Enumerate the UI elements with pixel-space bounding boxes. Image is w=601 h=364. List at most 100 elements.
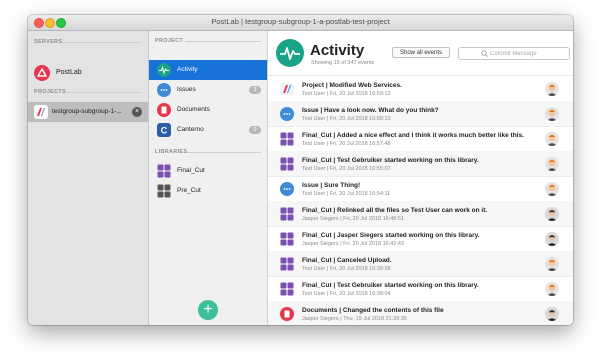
user-avatar [545, 132, 559, 146]
nav-item-documents[interactable]: Documents [149, 100, 267, 120]
nav-label: Final_Cut [177, 167, 205, 174]
divider [66, 92, 142, 93]
app-window: PostLab | testgroup-subgroup-1-a-postlab… [28, 15, 573, 325]
activity-row[interactable]: Final_Cut | Test Gebruiker started worki… [268, 276, 573, 302]
activity-row[interactable]: Final_Cut | Jasper Siegers started worki… [268, 226, 573, 252]
divider [185, 41, 261, 42]
servers-heading: SERVERS [34, 39, 63, 45]
canterno-icon: C [157, 123, 171, 137]
server-label: PostLab [56, 69, 82, 76]
event-title: Project | Modified Web Services. [302, 82, 402, 89]
event-meta: Test User | Fri, 20 Jul 2018 16:38:04 [302, 291, 391, 297]
show-all-events-button[interactable]: Show all events [392, 47, 450, 58]
activity-feed: Project | Modified Web Services. Test Us… [268, 76, 573, 325]
library-icon [280, 282, 294, 296]
nav-label: Activity [177, 66, 198, 73]
user-avatar [545, 82, 559, 96]
search-icon [481, 50, 488, 57]
event-title: Final_Cut | Relinked all the files so Te… [302, 207, 488, 214]
nav-label: Issues [177, 86, 196, 93]
user-avatar [545, 107, 559, 121]
activity-row[interactable]: Final_Cut | Test Gebruiker started worki… [268, 151, 573, 177]
project-heading: PROJECT [155, 38, 184, 44]
event-title: Final_Cut | Test Gebruiker started worki… [302, 157, 479, 164]
add-button[interactable]: + [198, 300, 218, 320]
activity-row[interactable]: Issue | Sure Thing! Test User | Fri, 20 … [268, 176, 573, 202]
activity-row[interactable]: Final_Cut | Relinked all the files so Te… [268, 201, 573, 227]
activity-icon [276, 39, 304, 67]
event-title: Final_Cut | Canceled Upload. [302, 257, 392, 264]
documents-icon [280, 307, 294, 321]
activity-row[interactable]: Final_Cut | Canceled Upload. Test User |… [268, 251, 573, 277]
svg-text:C: C [161, 126, 168, 136]
event-title: Documents | Changed the contents of this… [302, 307, 444, 314]
projects-heading: PROJECTS [34, 89, 67, 95]
user-avatar [545, 232, 559, 246]
window-title: PostLab | testgroup-subgroup-1-a-postlab… [211, 17, 390, 26]
event-title: Final_Cut | Added a nice effect and I th… [302, 132, 524, 139]
nav-item-canterno[interactable]: C Canterno 0 [149, 120, 267, 140]
user-avatar [545, 257, 559, 271]
user-avatar [545, 207, 559, 221]
project-logo-icon [34, 105, 48, 119]
library-icon [280, 132, 294, 146]
activity-header: Activity Showing 15 of 347 events Show a… [268, 31, 573, 76]
issues-count-badge: 3 [249, 86, 261, 94]
event-meta: Test User | Fri, 20 Jul 2018 16:55:07 [302, 166, 391, 172]
event-meta: Jasper Siegers | Fri, 20 Jul 2018 16:48:… [302, 216, 405, 222]
project-icon [280, 82, 294, 96]
event-count: Showing 15 of 347 events [311, 60, 375, 66]
event-meta: Test User | Fri, 20 Jul 2018 16:58:13 [302, 116, 391, 122]
postlab-logo-icon [34, 65, 50, 81]
chat-bubble-icon [157, 83, 171, 97]
project-label: testgroup-subgroup-1-... [52, 108, 122, 115]
project-panel: PROJECT Activity Issues 3 Documents C Ca… [149, 31, 268, 325]
page-title: Activity [310, 42, 365, 59]
canterno-count-badge: 0 [249, 126, 261, 134]
event-meta: Jasper Siegers | Fri, 20 Jul 2018 16:42:… [302, 241, 405, 247]
project-close-icon[interactable]: × [132, 107, 142, 117]
event-meta: Test User | Fri, 20 Jul 2018 16:38:58 [302, 266, 391, 272]
library-icon [280, 157, 294, 171]
user-avatar [545, 307, 559, 321]
user-avatar [545, 182, 559, 196]
activity-row[interactable]: Final_Cut | Added a nice effect and I th… [268, 126, 573, 152]
issue-icon [280, 107, 294, 121]
event-title: Issue | Sure Thing! [302, 182, 361, 189]
activity-icon [157, 63, 171, 77]
servers-sidebar: SERVERS PostLab PROJECTS testgroup-subgr… [28, 31, 149, 325]
nav-item-issues[interactable]: Issues 3 [149, 80, 267, 100]
library-icon [280, 257, 294, 271]
title-bar: PostLab | testgroup-subgroup-1-a-postlab… [28, 15, 573, 31]
nav-label: Documents [177, 106, 210, 113]
activity-row[interactable]: Issue | Have a look now. What do you thi… [268, 101, 573, 127]
event-meta: Test User | Fri, 20 Jul 2018 16:59:13 [302, 91, 391, 97]
divider [187, 152, 261, 153]
nav-label: Canterno [177, 126, 204, 133]
divider [62, 42, 142, 43]
server-item-postlab[interactable]: PostLab [34, 65, 144, 81]
event-title: Issue | Have a look now. What do you thi… [302, 107, 439, 114]
nav-label: Pre_Cut [177, 187, 201, 194]
activity-row[interactable]: Documents | Changed the contents of this… [268, 301, 573, 325]
activity-row[interactable]: Project | Modified Web Services. Test Us… [268, 76, 573, 102]
event-meta: Test User | Fri, 20 Jul 2018 16:54:11 [302, 191, 391, 197]
activity-main: Activity Showing 15 of 347 events Show a… [268, 31, 573, 325]
library-item-final-cut[interactable]: Final_Cut [149, 161, 267, 181]
issue-icon [280, 182, 294, 196]
library-item-pre-cut[interactable]: Pre_Cut [149, 181, 267, 201]
user-avatar [545, 157, 559, 171]
event-meta: Jasper Siegers | Thu, 19 Jul 2018 21:28:… [302, 316, 407, 322]
event-title: Final_Cut | Test Gebruiker started worki… [302, 282, 479, 289]
library-icon [280, 232, 294, 246]
pre-cut-library-icon [157, 184, 171, 198]
user-avatar [545, 282, 559, 296]
libraries-heading: LIBRARIES [155, 149, 188, 155]
final-cut-library-icon [157, 164, 171, 178]
library-icon [280, 207, 294, 221]
project-item[interactable]: testgroup-subgroup-1-... × [28, 102, 148, 122]
commit-search-box [458, 47, 570, 60]
documents-icon [157, 103, 171, 117]
nav-item-activity[interactable]: Activity [149, 60, 267, 80]
search-input[interactable] [490, 48, 566, 59]
